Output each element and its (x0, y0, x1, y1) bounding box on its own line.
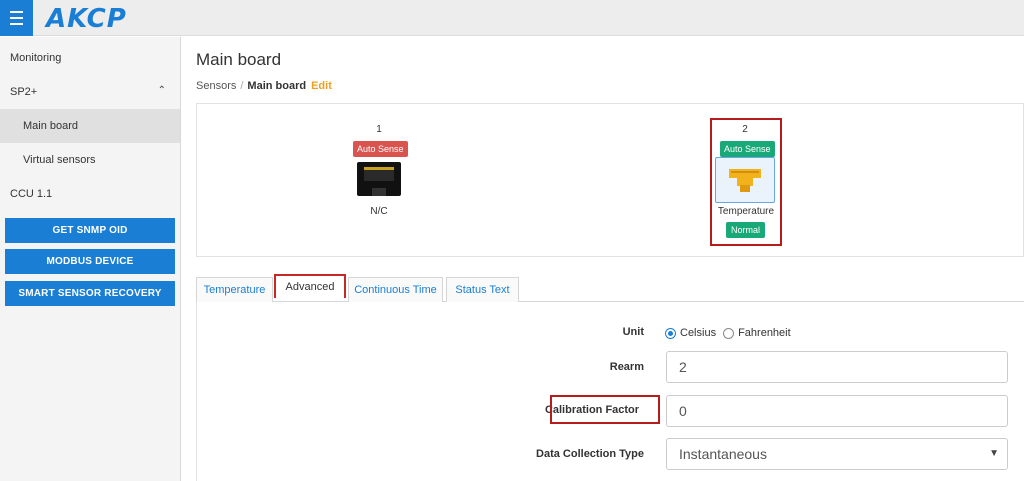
get-snmp-oid-button[interactable]: GET SNMP OID (5, 218, 175, 243)
sidebar-item-virtual-sensors[interactable]: Virtual sensors (0, 143, 180, 177)
unit-radio-group: Celsius Fahrenheit (665, 327, 791, 339)
page-title: Main board (196, 50, 282, 69)
data-collection-type-value: Instantaneous (679, 446, 767, 462)
hamburger-menu-button[interactable] (0, 0, 33, 36)
top-bar: AKCP (0, 0, 1024, 36)
rearm-label: Rearm (609, 361, 644, 373)
sidebar-item-label: Virtual sensors (23, 154, 96, 166)
tab-advanced[interactable]: Advanced (274, 274, 346, 298)
unit-label: Unit (622, 326, 644, 338)
rj45-port-icon[interactable] (357, 162, 401, 196)
sidebar-item-main-board[interactable]: Main board (0, 109, 180, 143)
sidebar-item-ccu[interactable]: CCU 1.1 (0, 177, 180, 211)
calibration-factor-input[interactable]: 0 (666, 395, 1008, 427)
sidebar-item-monitoring[interactable]: Monitoring (0, 41, 180, 75)
data-collection-type-select[interactable]: Instantaneous ▼ (666, 438, 1008, 470)
fahrenheit-label[interactable]: Fahrenheit (738, 327, 791, 339)
rearm-input[interactable]: 2 (666, 351, 1008, 383)
port-number: 1 (376, 124, 382, 135)
tab-temperature[interactable]: Temperature (196, 277, 273, 302)
akcp-logo: AKCP (46, 4, 127, 34)
tab-continuous-time[interactable]: Continuous Time (348, 277, 443, 302)
data-collection-type-label: Data Collection Type (536, 448, 644, 460)
sidebar-item-label: CCU 1.1 (10, 188, 53, 200)
sidebar: Monitoring SP2+ ⌃ Main board Virtual sen… (0, 37, 181, 481)
breadcrumb-sensors-link[interactable]: Sensors (196, 80, 236, 92)
tab-status-text[interactable]: Status Text (446, 277, 519, 302)
sidebar-item-label: Main board (23, 120, 79, 132)
chevron-up-icon[interactable]: ⌃ (158, 85, 166, 96)
celsius-radio[interactable] (665, 327, 676, 339)
port-sensor-label: N/C (370, 206, 388, 217)
sidebar-item-label: Monitoring (10, 52, 62, 64)
port-mode-badge: Auto Sense (353, 141, 408, 157)
fahrenheit-radio[interactable] (723, 327, 735, 339)
highlight-box (710, 118, 782, 246)
breadcrumb-current: Main board (247, 80, 307, 92)
celsius-label[interactable]: Celsius (680, 327, 716, 339)
sidebar-item-label: SP2+ (10, 86, 38, 98)
modbus-device-button[interactable]: MODBUS DEVICE (5, 249, 175, 274)
highlight-box (550, 395, 660, 424)
chevron-down-icon: ▼ (989, 448, 999, 459)
breadcrumb-separator: / (240, 80, 244, 92)
hamburger-icon (10, 9, 23, 27)
smart-sensor-recovery-button[interactable]: SMART SENSOR RECOVERY (5, 281, 175, 306)
sensor-ports-panel (196, 103, 1024, 257)
edit-link[interactable]: Edit (311, 80, 332, 92)
sidebar-item-sp2plus[interactable]: SP2+ ⌃ (0, 75, 180, 109)
breadcrumb: Sensors / Main board Edit (196, 80, 332, 92)
